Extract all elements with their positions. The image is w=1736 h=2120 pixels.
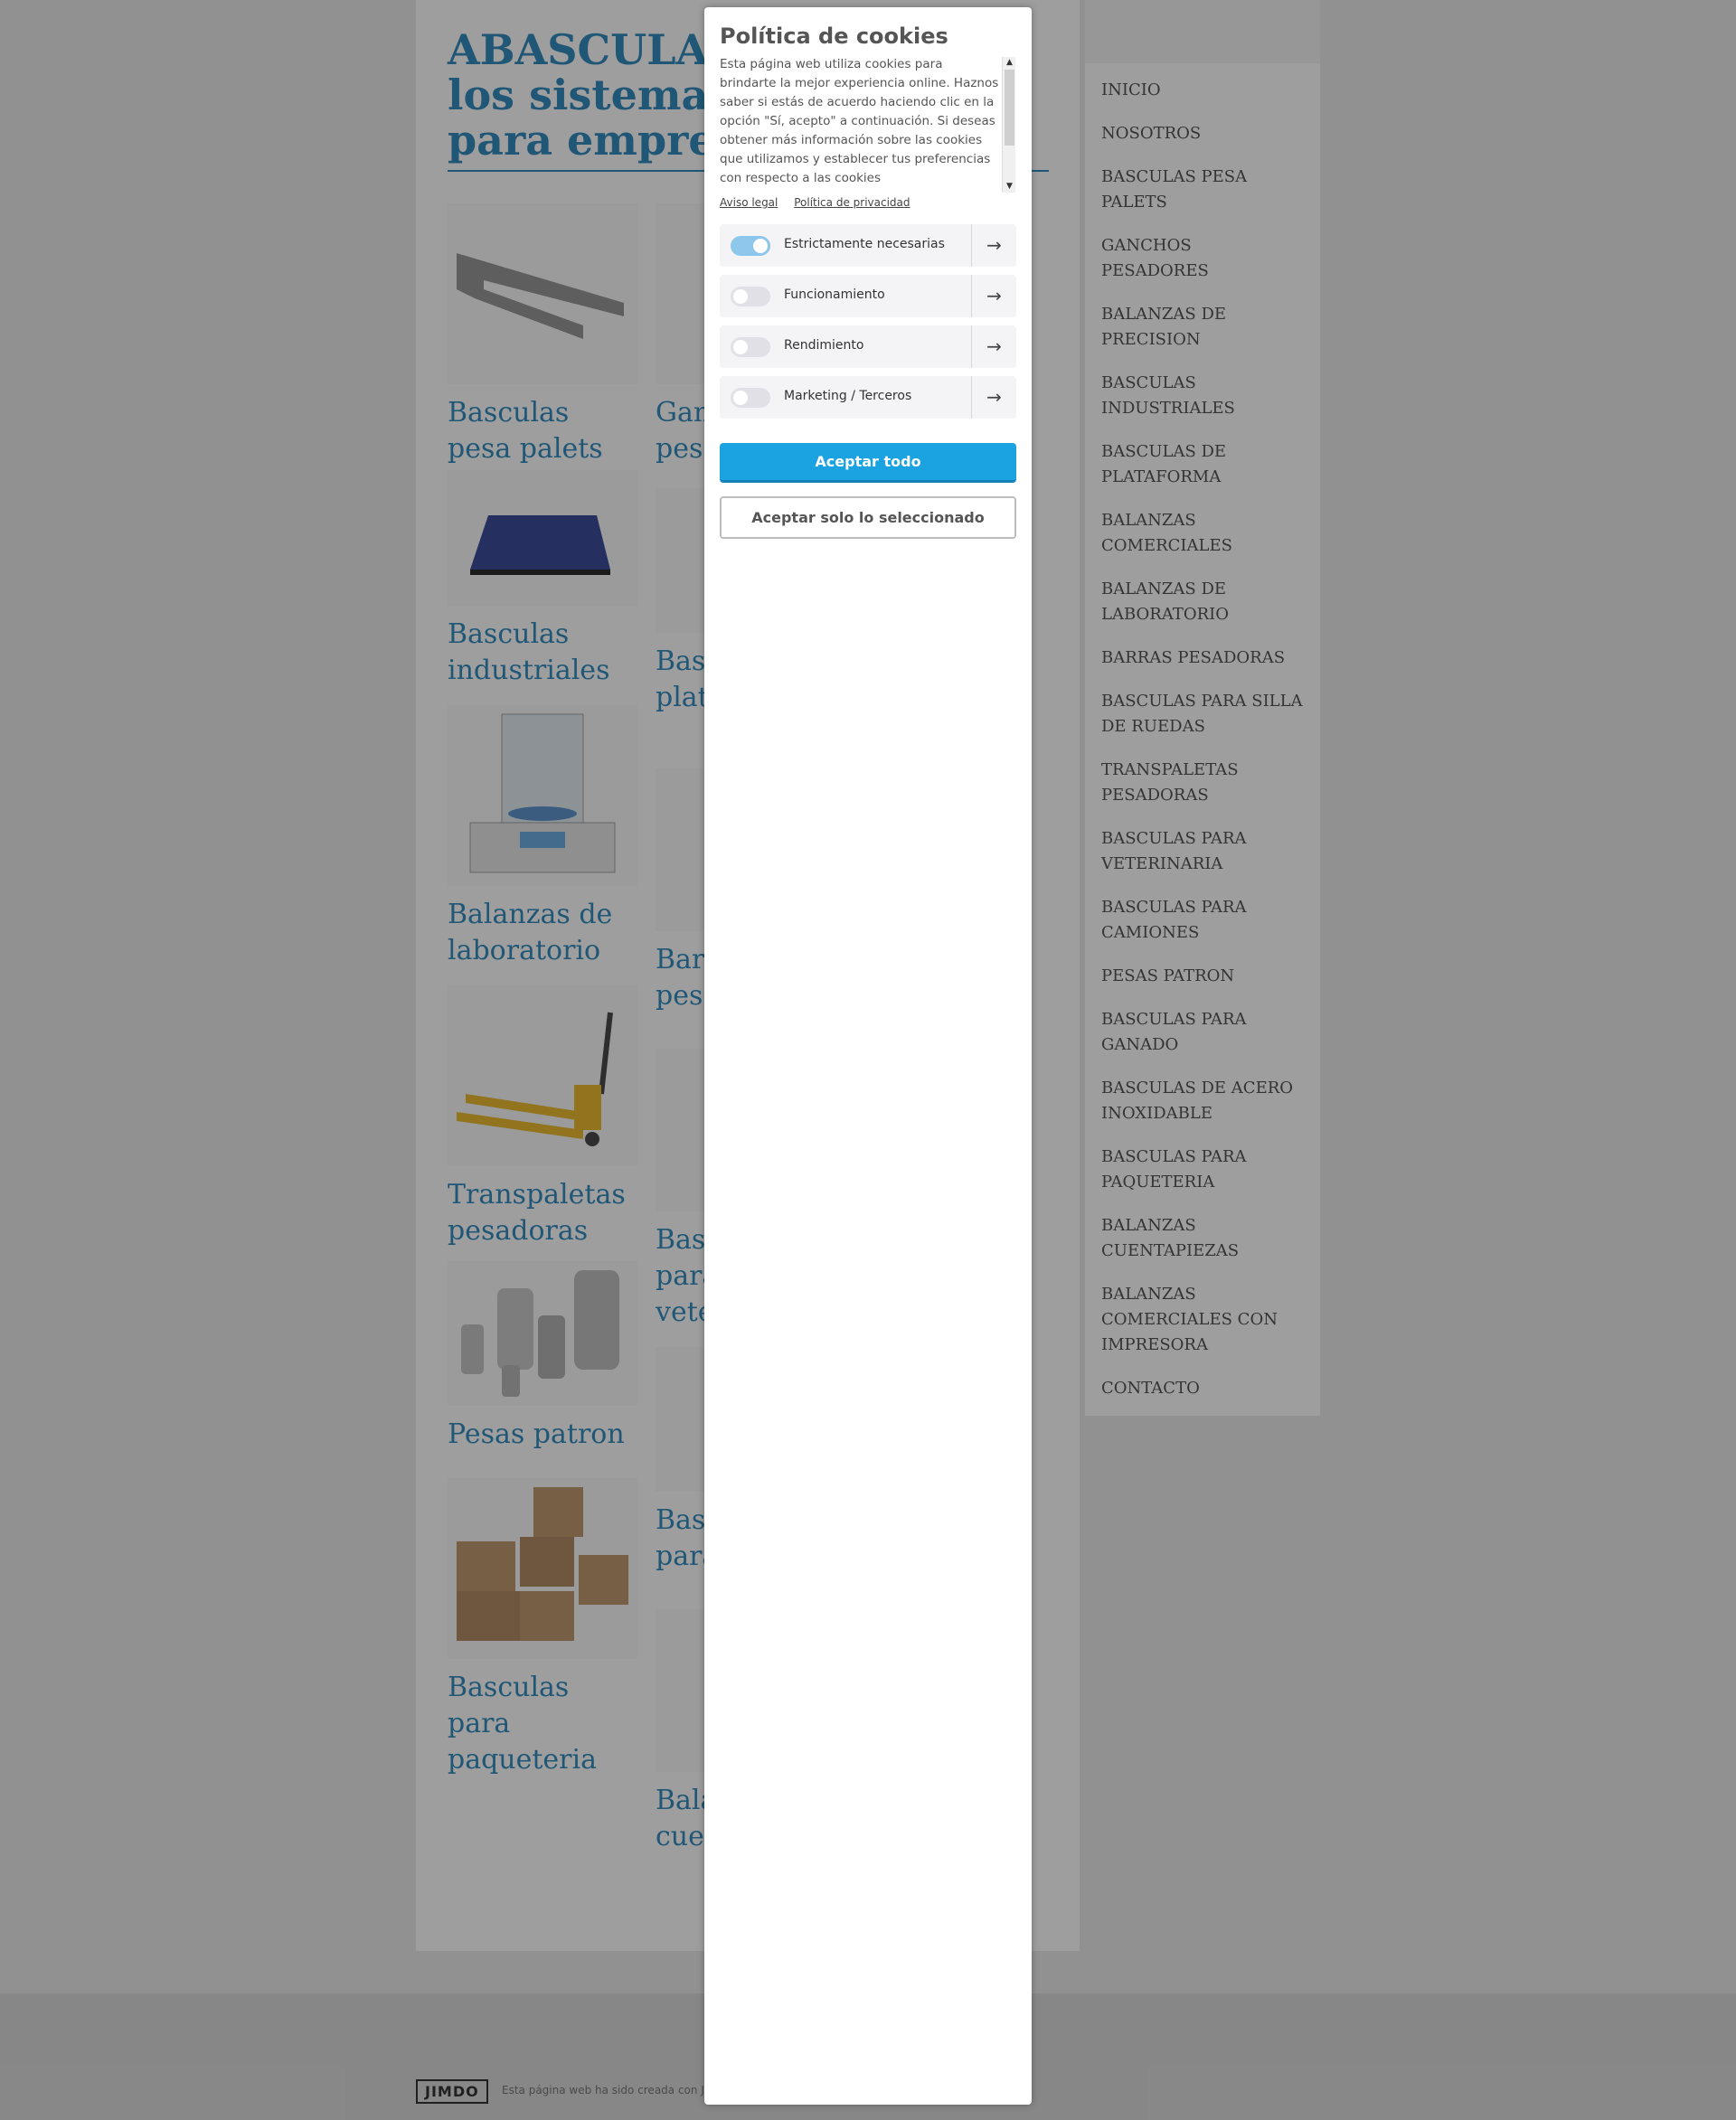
cookie-category-performance[interactable]: Rendimiento → [720, 325, 1016, 368]
accept-all-button[interactable]: Aceptar todo [720, 443, 1016, 483]
privacy-policy-link[interactable]: Política de privacidad [794, 196, 910, 209]
toggle-knob [753, 239, 768, 253]
scroll-down-icon[interactable]: ▼ [1005, 182, 1014, 192]
scroll-up-icon[interactable]: ▲ [1005, 58, 1014, 68]
necessary-toggle[interactable] [731, 236, 770, 256]
category-label: Rendimiento [784, 338, 864, 353]
marketing-toggle[interactable] [731, 388, 770, 408]
policy-links: Aviso legal Política de privacidad [720, 196, 923, 209]
performance-toggle[interactable] [731, 337, 770, 357]
arrow-right-icon[interactable]: → [971, 224, 1016, 267]
cookie-dialog: Política de cookies Esta página web util… [704, 7, 1032, 2105]
functional-toggle[interactable] [731, 287, 770, 306]
arrow-right-icon[interactable]: → [971, 275, 1016, 317]
legal-notice-link[interactable]: Aviso legal [720, 196, 778, 209]
toggle-knob [733, 289, 748, 304]
cookie-category-necessary[interactable]: Estrictamente necesarias → [720, 224, 1016, 267]
text-scrollbar[interactable]: ▲ ▼ [1002, 57, 1015, 193]
category-label: Funcionamiento [784, 287, 885, 302]
toggle-knob [733, 391, 748, 405]
cookie-dialog-text: Esta página web utiliza cookies para bri… [720, 57, 999, 185]
cookie-dialog-title: Política de cookies [720, 24, 948, 49]
toggle-knob [733, 340, 748, 354]
category-label: Estrictamente necesarias [784, 237, 945, 251]
cookie-category-marketing[interactable]: Marketing / Terceros → [720, 376, 1016, 419]
category-label: Marketing / Terceros [784, 389, 912, 403]
scroll-thumb[interactable] [1005, 70, 1014, 146]
arrow-right-icon[interactable]: → [971, 325, 1016, 368]
accept-selected-button[interactable]: Aceptar solo lo seleccionado [720, 496, 1016, 539]
arrow-right-icon[interactable]: → [971, 376, 1016, 419]
cookie-category-functional[interactable]: Funcionamiento → [720, 275, 1016, 317]
